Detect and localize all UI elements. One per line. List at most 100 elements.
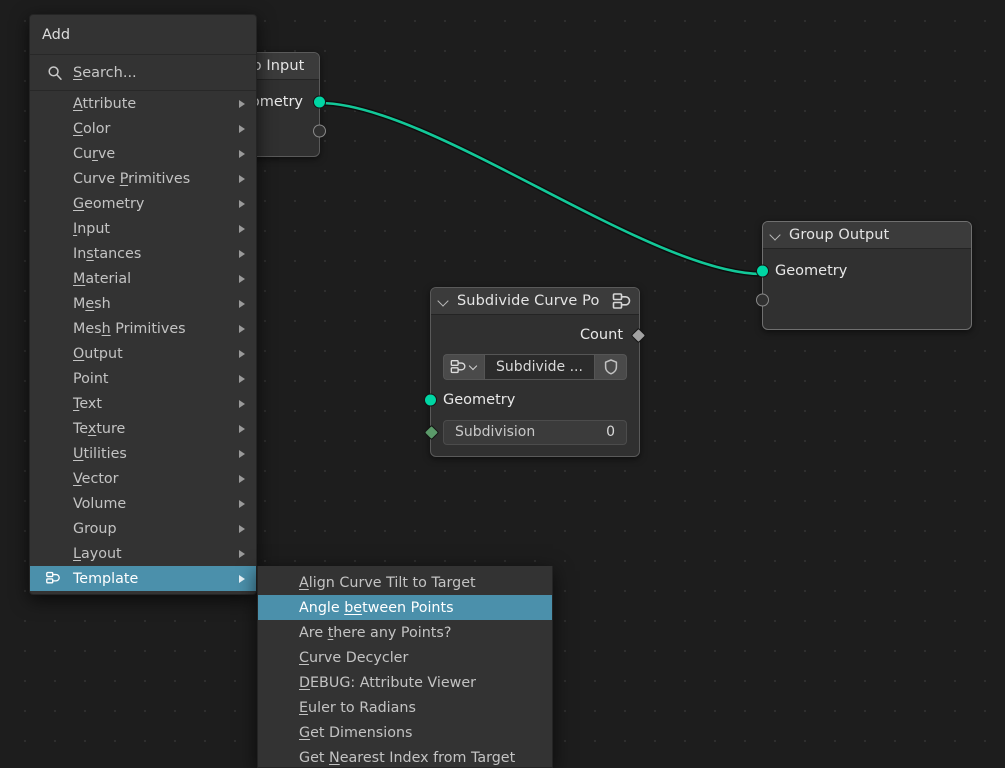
node-group-icon [44, 571, 62, 587]
add-menu-item-label: Color [73, 120, 111, 137]
node-group-name-field[interactable]: Subdivide ... [484, 353, 595, 380]
submenu-item-label: Get Dimensions [299, 724, 413, 741]
search-label-rest: earch... [82, 64, 137, 81]
chevron-right-icon [239, 99, 245, 108]
add-menu-item-input[interactable]: Input [30, 216, 256, 241]
node-group-browse-button[interactable] [443, 353, 484, 380]
socket-row-group-output-empty[interactable] [756, 285, 971, 315]
submenu-item-euler-to-radians[interactable]: Euler to Radians [258, 695, 552, 720]
node-group-icon [612, 292, 632, 311]
template-submenu-items: Align Curve Tilt to Target Angle between … [258, 570, 552, 767]
field-row-subdivision[interactable]: Subdivision 0 [423, 418, 639, 446]
socket-row-geometry-input[interactable]: Geometry [424, 386, 639, 414]
socket-label-geometry: Geometry [443, 392, 516, 408]
fake-user-shield-icon[interactable] [595, 353, 627, 380]
add-menu-item-output[interactable]: Output [30, 341, 256, 366]
chevron-down-icon[interactable] [439, 296, 450, 307]
node-group-output[interactable]: Group Output Geometry [756, 221, 972, 330]
add-menu-item-point[interactable]: Point [30, 366, 256, 391]
submenu-item-label: Angle between Points [299, 599, 454, 616]
chevron-right-icon [239, 524, 245, 533]
submenu-item-align-curve-tilt-to-target[interactable]: Align Curve Tilt to Target [258, 570, 552, 595]
add-menu-item-color[interactable]: Color [30, 116, 256, 141]
chevron-right-icon [239, 274, 245, 283]
socket-row-group-output-geometry[interactable]: Geometry [756, 257, 971, 285]
chevron-right-icon [239, 249, 245, 258]
add-menu-item-curve-primitives[interactable]: Curve Primitives [30, 166, 256, 191]
add-menu-item-label: Mesh [73, 295, 111, 312]
subdivision-value-field[interactable]: Subdivision 0 [443, 419, 627, 445]
search-icon [47, 65, 63, 81]
submenu-item-label: Get Nearest Index from Target [299, 749, 516, 766]
socket-row-count[interactable]: Count [431, 321, 647, 349]
chevron-down-icon[interactable] [771, 230, 782, 241]
add-menu-item-label: Point [73, 370, 109, 387]
node-group-output-body: Geometry [756, 249, 971, 329]
add-menu-item-layout[interactable]: Layout [30, 541, 256, 566]
chevron-right-icon [239, 399, 245, 408]
chevron-right-icon [239, 324, 245, 333]
add-menu-item-label: Layout [73, 545, 122, 562]
add-menu-item-curve[interactable]: Curve [30, 141, 256, 166]
add-menu-item-volume[interactable]: Volume [30, 491, 256, 516]
add-menu-item-mesh-primitives[interactable]: Mesh Primitives [30, 316, 256, 341]
node-editor-canvas[interactable]: Group Input Geometry Subdivide Curve Po [0, 0, 1005, 768]
add-menu-item-label: Group [73, 520, 117, 537]
chevron-right-icon [239, 549, 245, 558]
submenu-item-curve-decycler[interactable]: Curve Decycler [258, 645, 552, 670]
socket-label-geometry: Geometry [775, 263, 848, 279]
node-group-output-title: Group Output [789, 227, 890, 243]
template-submenu-panel[interactable]: Align Curve Tilt to Target Angle between … [257, 566, 553, 768]
add-menu-item-label: Mesh Primitives [73, 320, 186, 337]
add-menu-item-template[interactable]: Template [30, 566, 256, 591]
node-subdivide-header[interactable]: Subdivide Curve Po [431, 288, 639, 315]
node-subdivide-body: Count Subdivide ... Geometry Subdivision… [423, 315, 647, 456]
search-accel: S [73, 64, 83, 81]
submenu-item-are-there-any-points-[interactable]: Are there any Points? [258, 620, 552, 645]
add-menu-item-label: Texture [73, 420, 126, 437]
add-menu-items: Attribute Color Curve Curve Primitives Geome… [30, 91, 256, 591]
add-menu-item-mesh[interactable]: Mesh [30, 291, 256, 316]
input-socket-subdivision[interactable] [423, 424, 440, 440]
input-socket-geometry[interactable] [424, 393, 437, 407]
chevron-right-icon [239, 349, 245, 358]
input-socket-virtual[interactable] [756, 293, 769, 307]
output-socket-geometry[interactable] [313, 95, 326, 109]
add-menu-item-label: Curve Primitives [73, 170, 191, 187]
add-menu-item-label: Input [73, 220, 111, 237]
add-menu-item-geometry[interactable]: Geometry [30, 191, 256, 216]
input-socket-geometry[interactable] [756, 264, 769, 278]
submenu-item-angle-between-points[interactable]: Angle between Points [258, 595, 552, 620]
add-menu-item-label: Material [73, 270, 132, 287]
add-menu-item-texture[interactable]: Texture [30, 416, 256, 441]
chevron-right-icon [239, 574, 245, 583]
node-group-selector-row[interactable]: Subdivide ... [431, 352, 639, 381]
chevron-right-icon [239, 149, 245, 158]
search-input-label[interactable]: Search... [73, 65, 137, 81]
add-menu-item-label: Instances [73, 245, 142, 262]
submenu-item-label: DEBUG: Attribute Viewer [299, 674, 477, 691]
submenu-item-debug-attribute-viewer[interactable]: DEBUG: Attribute Viewer [258, 670, 552, 695]
output-socket-count[interactable] [630, 327, 647, 343]
chevron-right-icon [239, 124, 245, 133]
chevron-right-icon [239, 424, 245, 433]
add-menu-item-group[interactable]: Group [30, 516, 256, 541]
add-menu-search-row[interactable]: Search... [30, 55, 256, 91]
chevron-right-icon [239, 224, 245, 233]
add-menu-item-attribute[interactable]: Attribute [30, 91, 256, 116]
add-menu-item-vector[interactable]: Vector [30, 466, 256, 491]
chevron-right-icon [239, 449, 245, 458]
node-subdivide-curve-points[interactable]: Subdivide Curve Po Count Subdivide ... G… [423, 287, 647, 457]
add-menu-panel[interactable]: Add Search... Attribute Color Curve Curve P… [29, 14, 257, 595]
add-menu-item-label: Volume [73, 495, 127, 512]
chevron-down-icon[interactable] [470, 363, 478, 371]
add-menu-item-utilities[interactable]: Utilities [30, 441, 256, 466]
submenu-item-get-nearest-index-from-target[interactable]: Get Nearest Index from Target [258, 745, 552, 767]
add-menu-item-instances[interactable]: Instances [30, 241, 256, 266]
add-menu-item-material[interactable]: Material [30, 266, 256, 291]
submenu-item-get-dimensions[interactable]: Get Dimensions [258, 720, 552, 745]
add-menu-item-label: Attribute [73, 95, 137, 112]
node-group-output-header[interactable]: Group Output [763, 222, 971, 249]
add-menu-item-text[interactable]: Text [30, 391, 256, 416]
output-socket-virtual[interactable] [313, 124, 326, 138]
